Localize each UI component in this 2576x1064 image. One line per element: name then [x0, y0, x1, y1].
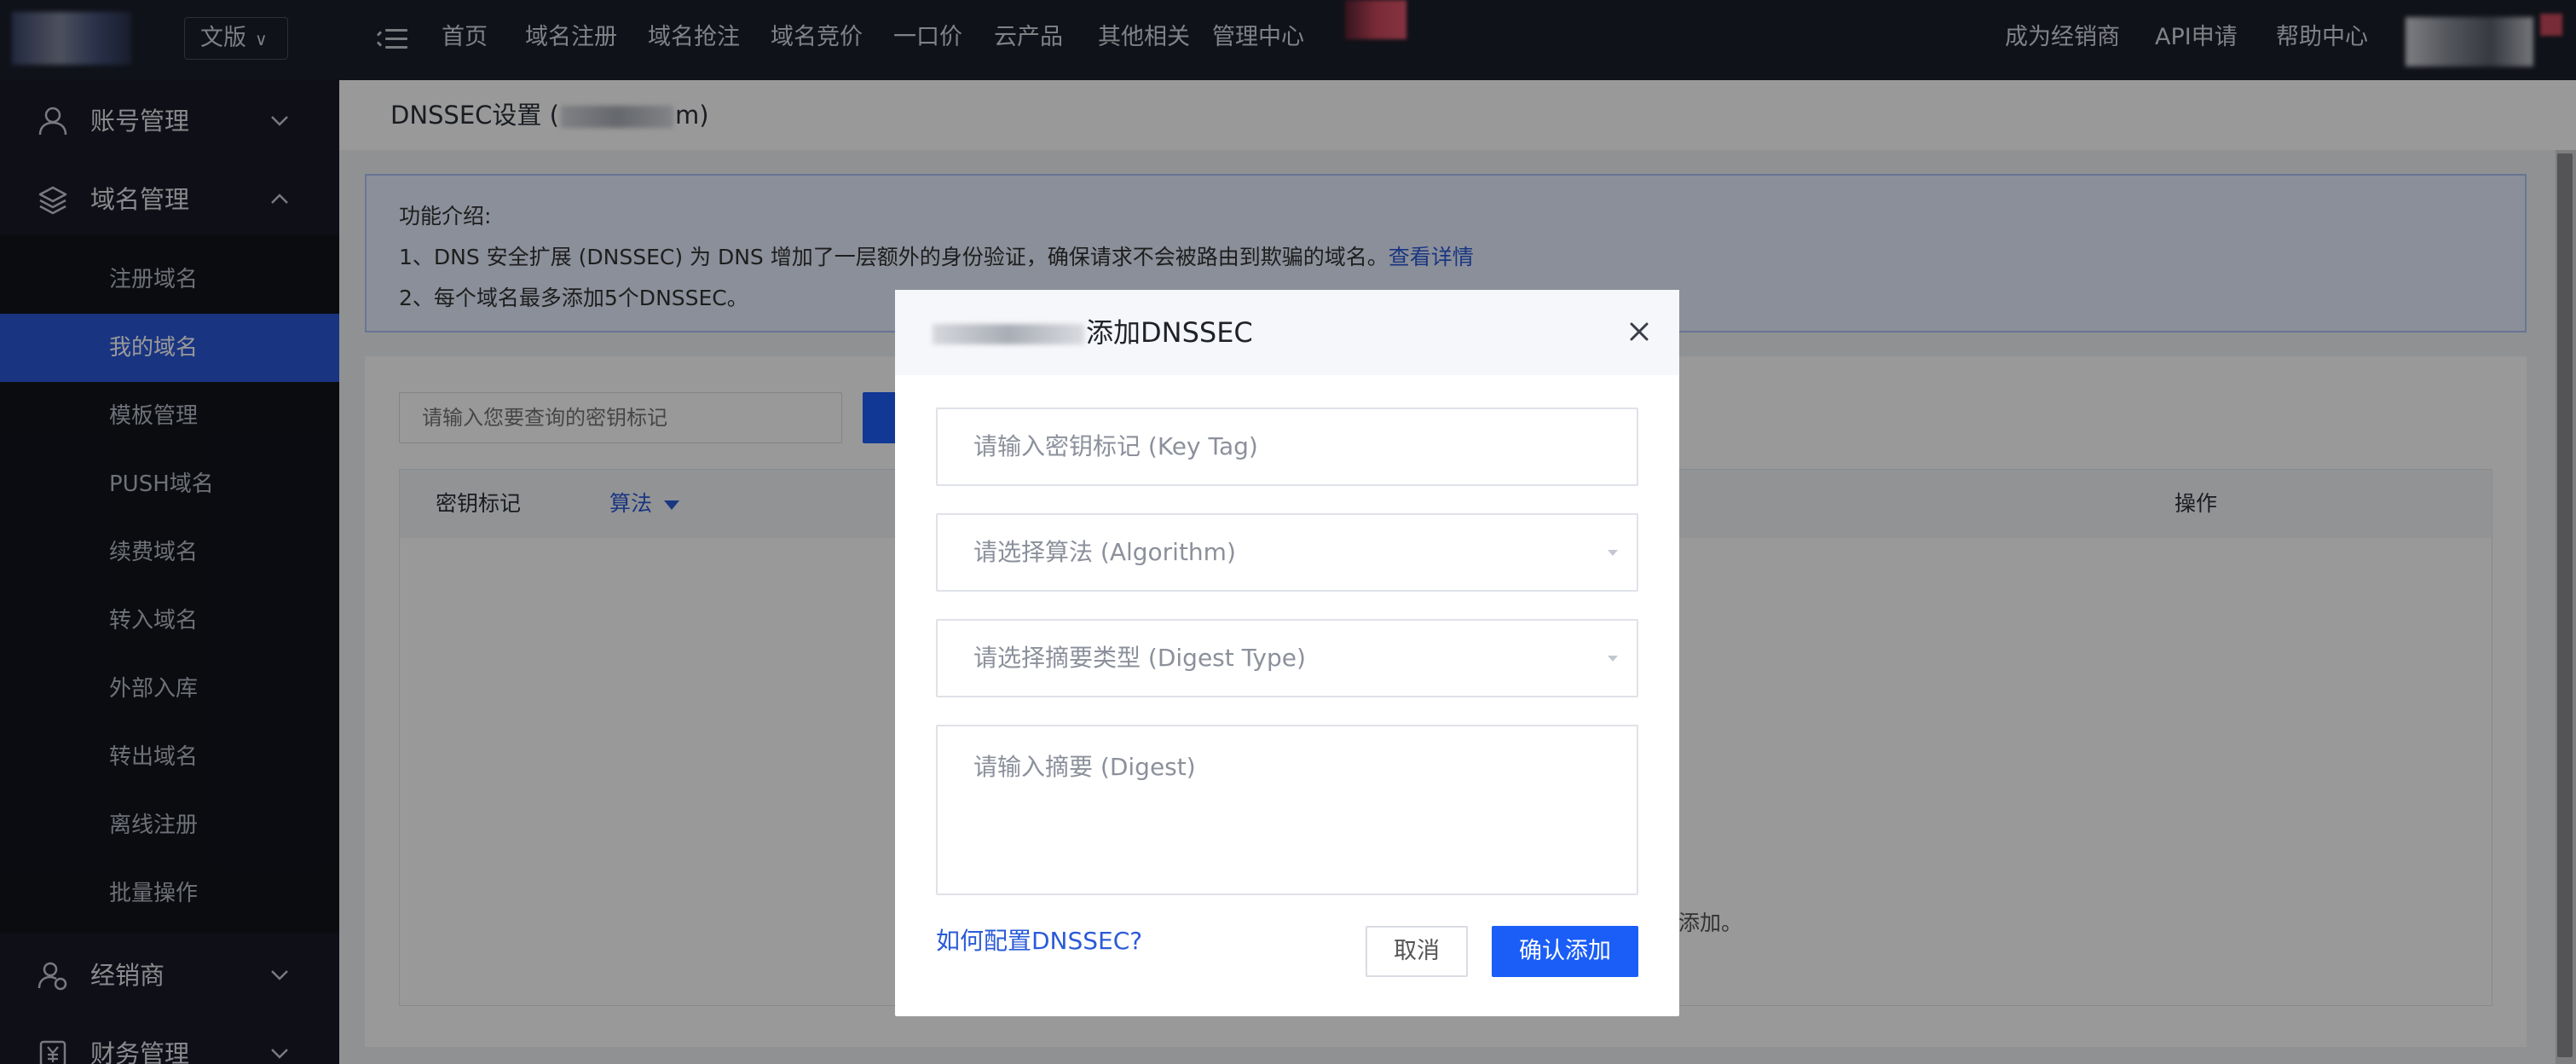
- digest-placeholder: 请输入摘要 (Digest): [973, 753, 1196, 781]
- algorithm-placeholder: 请选择算法 (Algorithm): [973, 538, 1236, 566]
- how-to-configure-link[interactable]: 如何配置DNSSEC?: [936, 922, 1142, 957]
- close-icon[interactable]: [1625, 317, 1654, 346]
- add-dnssec-dialog: 添加DNSSEC 请输入密钥标记 (Key Tag) 请选择算法 (Algori…: [895, 290, 1679, 1016]
- dialog-header: 添加DNSSEC: [895, 290, 1679, 375]
- dialog-title: 添加DNSSEC: [931, 290, 1253, 375]
- key-tag-input[interactable]: 请输入密钥标记 (Key Tag): [936, 408, 1638, 486]
- key-tag-placeholder: 请输入密钥标记 (Key Tag): [973, 432, 1258, 460]
- cancel-button[interactable]: 取消: [1366, 926, 1468, 977]
- digest-textarea[interactable]: 请输入摘要 (Digest): [936, 725, 1638, 895]
- dialog-title-text: 添加DNSSEC: [1086, 316, 1253, 349]
- confirm-add-button[interactable]: 确认添加: [1492, 926, 1638, 977]
- caret-down-icon: [1608, 550, 1618, 556]
- digest-type-select[interactable]: 请选择摘要类型 (Digest Type): [936, 619, 1638, 697]
- caret-down-icon: [1608, 656, 1618, 662]
- redacted-domain: [933, 324, 1084, 344]
- algorithm-select[interactable]: 请选择算法 (Algorithm): [936, 513, 1638, 592]
- digest-type-placeholder: 请选择摘要类型 (Digest Type): [973, 644, 1306, 672]
